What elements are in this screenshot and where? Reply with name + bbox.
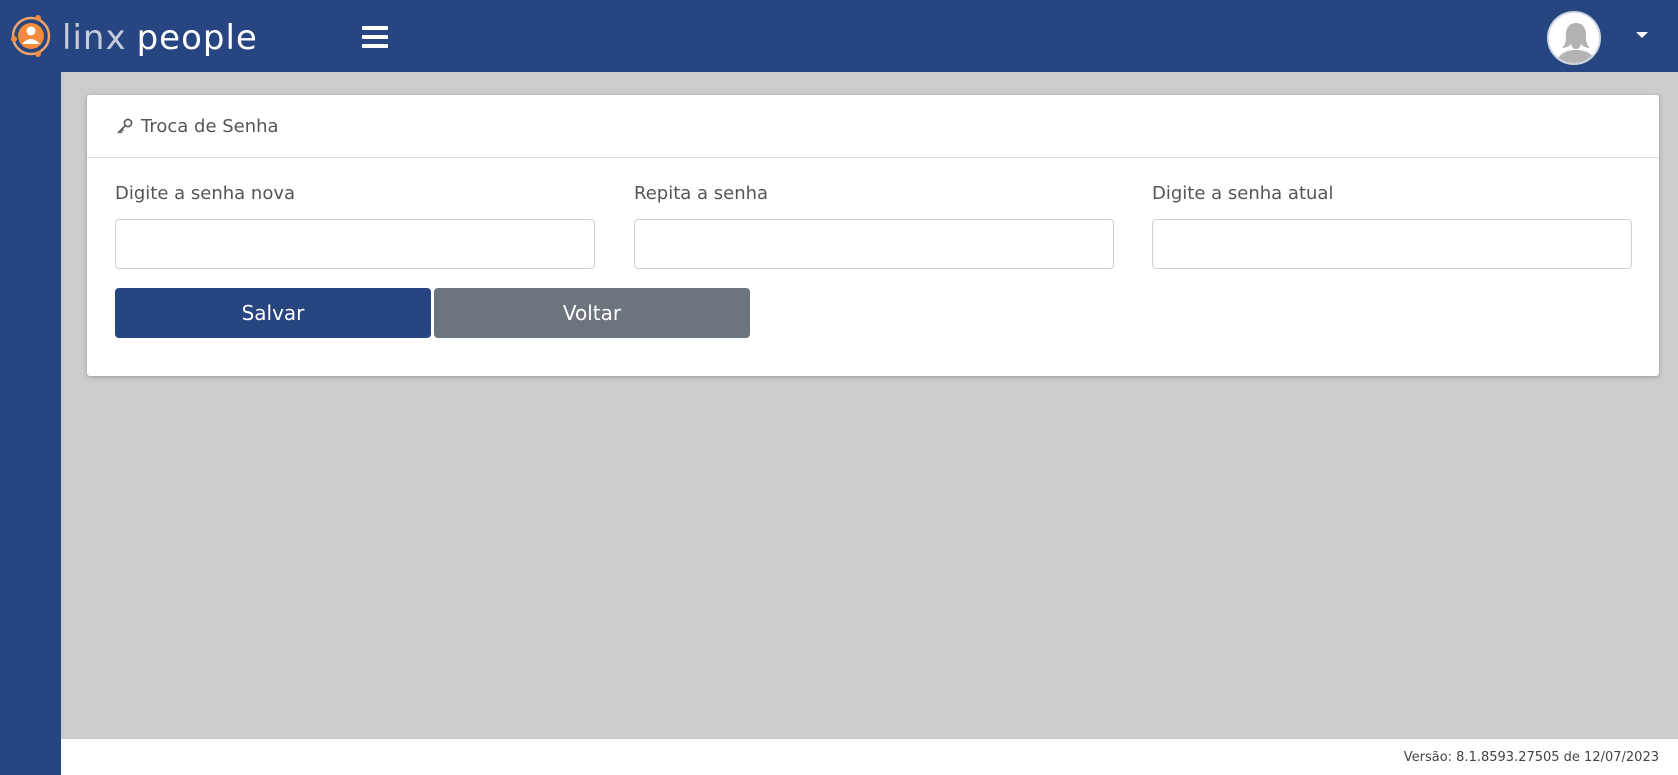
brand-name-bold: people [136,18,258,58]
repeat-password-label: Repita a senha [634,183,769,204]
current-password-input[interactable] [1152,219,1632,269]
user-avatar-icon[interactable] [1547,11,1601,65]
repeat-password-field: Repita a senha [634,183,1114,269]
brand-name: linx people [62,21,258,55]
current-password-field: Digite a senha atual [1152,183,1632,269]
page-title: Troca de Senha [141,115,279,137]
card-header: Troca de Senha [87,95,1659,158]
new-password-field: Digite a senha nova [115,183,595,269]
brand-name-light: linx [62,18,127,58]
save-button[interactable]: Salvar [115,288,431,338]
password-change-card: Troca de Senha Digite a senha nova Repit… [87,95,1659,376]
footer: Versão: 8.1.8593.27505 de 12/07/2023 [61,739,1678,775]
sidebar [0,72,61,775]
current-password-label: Digite a senha atual [1152,183,1334,204]
version-text: Versão: 8.1.8593.27505 de 12/07/2023 [1403,749,1659,765]
linx-logo-icon [11,15,51,57]
hamburger-icon[interactable] [362,26,388,48]
new-password-label: Digite a senha nova [115,183,296,204]
repeat-password-input[interactable] [634,219,1114,269]
key-icon [117,118,133,134]
new-password-input[interactable] [115,219,595,269]
top-navbar: linx people [0,0,1678,72]
back-button[interactable]: Voltar [434,288,750,338]
caret-down-icon[interactable] [1636,32,1648,38]
avatar-silhouette-icon [1549,13,1599,63]
brand-logo[interactable]: linx people [8,12,258,60]
